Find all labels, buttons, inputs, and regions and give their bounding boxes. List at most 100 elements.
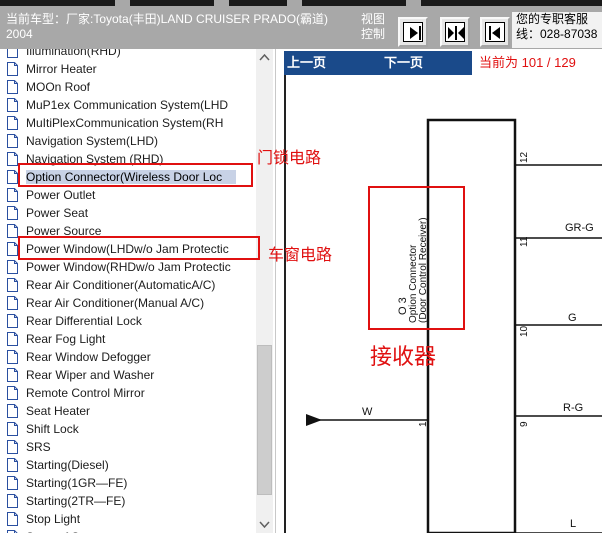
sidebar-item[interactable]: Seat Heater (0, 402, 256, 420)
sidebar-item[interactable]: Power Outlet (0, 186, 256, 204)
sidebar-item[interactable]: Rear Wiper and Washer (0, 366, 256, 384)
sidebar-item[interactable]: Stop Light (0, 510, 256, 528)
receiver-annotation: 接收器 (370, 344, 437, 369)
page-navbar: 上一页 下一页 当前为 101 / 129 (284, 51, 602, 75)
sidebar-item[interactable]: MuP1ex Communication System(LHD (0, 96, 256, 114)
sidebar-item[interactable]: Sunroof Setup (0, 528, 256, 533)
sidebar-item[interactable]: Rear Window Defogger (0, 348, 256, 366)
next-view-button[interactable] (398, 17, 428, 47)
door-lock-highlight-box (18, 163, 253, 187)
arrow-left-icon (485, 22, 505, 42)
document-icon (7, 422, 18, 436)
document-icon (7, 296, 18, 310)
sidebar-item[interactable]: Mirror Heater (0, 60, 256, 78)
next-page-link[interactable]: 下一页 (384, 56, 423, 70)
page-status: 当前为 101 / 129 (472, 51, 602, 75)
sidebar-item-label: Power Seat (26, 206, 89, 220)
document-icon (7, 224, 18, 238)
sidebar-item-label: Navigation System(LHD) (26, 134, 159, 148)
sidebar: Illumination(RHD) Mirror Heater MOOn Roof M… (0, 49, 276, 533)
document-icon (7, 440, 18, 454)
document-icon (7, 49, 18, 58)
document-icon (7, 260, 18, 274)
scroll-up-icon[interactable] (256, 49, 273, 66)
scroll-down-icon[interactable] (256, 516, 273, 533)
document-icon (7, 512, 18, 526)
document-icon (7, 62, 18, 76)
document-icon (7, 368, 18, 382)
scroll-thumb[interactable] (257, 345, 272, 495)
document-icon (7, 242, 18, 256)
document-icon (7, 134, 18, 148)
document-icon (7, 116, 18, 130)
wire-color-label: W (362, 406, 373, 418)
prev-view-button[interactable] (480, 17, 510, 47)
service-contact: 您的专职客服 线：028-87038 (512, 12, 602, 48)
view-control-label: 视图控制 (361, 12, 386, 41)
sidebar-item[interactable]: Shift Lock (0, 420, 256, 438)
sidebar-item-label: Rear Fog Light (26, 332, 106, 346)
sidebar-item[interactable]: Power Seat (0, 204, 256, 222)
car-model-label: 当前车型：厂家:Toyota(丰田)LAND CRUISER PRADO(霸道)… (6, 12, 329, 41)
sidebar-item-label: Rear Air Conditioner(AutomaticA/C) (26, 278, 216, 292)
sidebar-item[interactable]: Starting(2TR—FE) (0, 492, 256, 510)
sidebar-item-label: Seat Heater (26, 404, 91, 418)
document-icon (7, 278, 18, 292)
document-icon (7, 80, 18, 94)
sidebar-item-label: Power Window(RHDw/o Jam Protectic (26, 260, 231, 274)
service-phone: 线：028-87038 (516, 27, 598, 41)
sidebar-item-label: Illumination(RHD) (26, 49, 121, 58)
sidebar-item-label: SRS (26, 440, 51, 454)
sidebar-item[interactable]: MuItiPlexCommunication System(RH (0, 114, 256, 132)
sidebar-item[interactable]: SRS (0, 438, 256, 456)
document-icon (7, 314, 18, 328)
sidebar-item[interactable]: MOOn Roof (0, 78, 256, 96)
document-icon (7, 350, 18, 364)
sidebar-item-label: Mirror Heater (26, 62, 97, 76)
document-icon (7, 458, 18, 472)
pin-number: 9 (519, 421, 530, 427)
sidebar-item-label: Starting(1GR—FE) (26, 476, 128, 490)
pin-number: 11 (519, 236, 530, 247)
sidebar-item-label: MOOn Roof (26, 80, 91, 94)
sidebar-item-label: Rear Wiper and Washer (26, 368, 155, 382)
sidebar-item-label: Stop Light (26, 512, 81, 526)
circuit-tree: Illumination(RHD) Mirror Heater MOOn Roof M… (0, 49, 256, 533)
pin-number: 12 (519, 151, 530, 163)
wire-color-label: G (568, 312, 577, 324)
sidebar-item-label: Power Outlet (26, 188, 96, 202)
fit-view-button[interactable] (440, 17, 470, 47)
sidebar-item-label: Starting(Diesel) (26, 458, 109, 472)
sidebar-item[interactable]: Navigation System(LHD) (0, 132, 256, 150)
top-header: 当前车型：厂家:Toyota(丰田)LAND CRUISER PRADO(霸道)… (0, 0, 602, 49)
pin-number: 1 (418, 421, 429, 427)
arrow-right-icon (403, 22, 423, 42)
document-icon (7, 476, 18, 490)
wire-color-label: L (570, 518, 576, 530)
window-annotation: 车窗电路 (268, 247, 333, 264)
sidebar-item[interactable]: Rear Air Conditioner(AutomaticA/C) (0, 276, 256, 294)
wire-color-label: GR-G (565, 222, 594, 234)
prev-page-link[interactable]: 上一页 (287, 56, 326, 70)
document-icon (7, 188, 18, 202)
document-icon (7, 404, 18, 418)
sidebar-item[interactable]: Rear Fog Light (0, 330, 256, 348)
pin-number: 10 (519, 325, 530, 337)
sidebar-scrollbar[interactable] (256, 49, 273, 533)
wire-color-label: R-G (563, 402, 583, 414)
header-toolbar-strip (0, 0, 602, 6)
document-icon (7, 332, 18, 346)
sidebar-item[interactable]: Power Window(RHDw/o Jam Protectic (0, 258, 256, 276)
service-text: 您的专职客服 (516, 12, 589, 26)
sidebar-item-label: MuItiPlexCommunication System(RH (26, 116, 224, 130)
sidebar-item[interactable]: Remote Control Mirror (0, 384, 256, 402)
sidebar-item-label: Starting(2TR—FE) (26, 494, 126, 508)
document-icon (7, 206, 18, 220)
wire-arrow (306, 414, 322, 426)
sidebar-item[interactable]: Starting(1GR—FE) (0, 474, 256, 492)
sidebar-item[interactable]: Starting(Diesel) (0, 456, 256, 474)
sidebar-item[interactable]: Rear DifferentiaI Lock (0, 312, 256, 330)
sidebar-item[interactable]: Illumination(RHD) (0, 49, 256, 60)
receiver-highlight-box (368, 186, 465, 330)
sidebar-item[interactable]: Rear Air Conditioner(Manual A/C) (0, 294, 256, 312)
